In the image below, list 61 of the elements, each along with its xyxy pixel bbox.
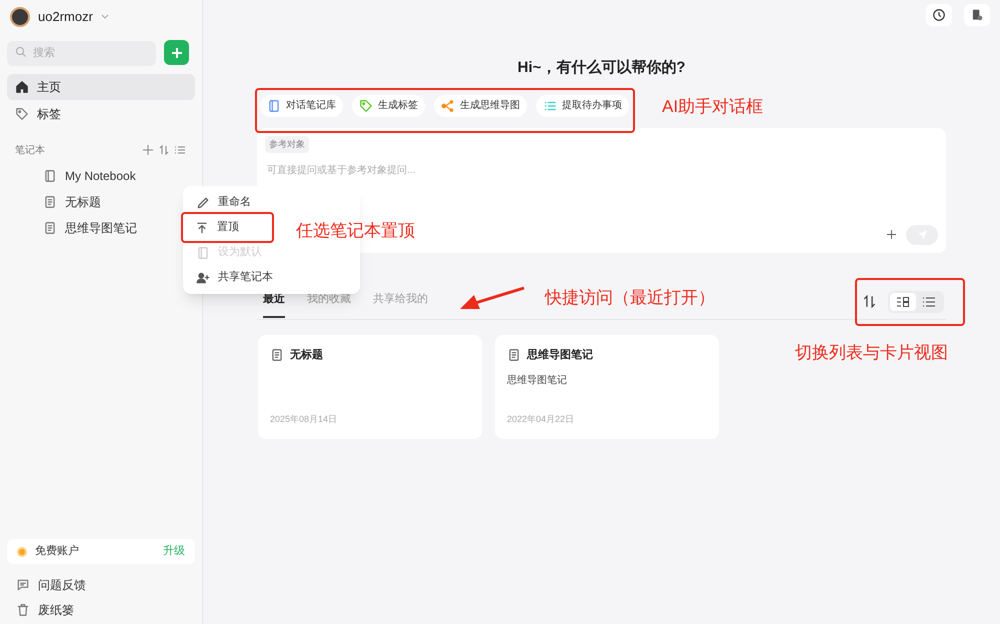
notebook-item[interactable]: My Notebook [7, 163, 195, 189]
username[interactable]: uo2rmozr [38, 7, 93, 27]
section-title: 笔记本 [15, 144, 45, 158]
add-button[interactable] [164, 40, 189, 65]
card-date: 2025年08月14日 [270, 413, 338, 426]
annotation-label: 任选笔记本置顶 [296, 220, 415, 242]
plus-icon[interactable] [143, 145, 153, 155]
note-card[interactable]: 无标题 2025年08月14日 [258, 334, 482, 438]
chat-placeholder: 可直接提问或基于参考对象提问... [266, 164, 416, 178]
tag-icon [359, 98, 373, 112]
clock-icon [932, 8, 946, 22]
suggestion-chip[interactable]: 提取待办事项 [536, 94, 629, 116]
list-icon[interactable] [175, 145, 185, 155]
card-title: 思维导图笔记 [527, 348, 593, 362]
greeting: Hi~，有什么可以帮你的? [516, 58, 686, 78]
sort-icon[interactable] [863, 295, 876, 308]
menu-item[interactable]: 置顶 [181, 212, 274, 243]
notebook-icon [267, 98, 281, 112]
menu-item[interactable]: 共享笔记本 [184, 265, 285, 290]
message-icon [16, 578, 30, 592]
document-icon [43, 221, 57, 235]
add-user-icon [196, 270, 210, 284]
document-icon [270, 348, 284, 362]
footer-item[interactable]: 问题反馈 [7, 572, 195, 597]
note-card[interactable]: 思维导图笔记 思维导图笔记 2022年04月22日 [495, 334, 719, 438]
plus-icon [170, 46, 182, 58]
card-date: 2022年04月22日 [507, 413, 576, 426]
document-icon [970, 8, 984, 22]
plus-icon[interactable] [887, 230, 896, 239]
search-icon [15, 46, 27, 58]
pin-top-icon [195, 220, 209, 234]
annotation-arrow [458, 285, 526, 312]
annotation-label: 快捷访问（最近打开） [545, 287, 715, 309]
card-title: 无标题 [290, 348, 323, 362]
card-excerpt: 思维导图笔记 [507, 374, 568, 388]
avatar[interactable] [10, 7, 30, 27]
trash-icon [16, 602, 30, 616]
pencil-icon [196, 196, 210, 210]
nav-item[interactable]: 主页 [7, 74, 195, 100]
mindmap-icon [441, 98, 455, 112]
annotation-label: AI助手对话框 [662, 96, 764, 118]
account-label: 免费账户 [35, 544, 79, 560]
home-icon [15, 80, 29, 94]
search-field[interactable]: 搜索 [7, 40, 156, 66]
suggestion-chip[interactable]: 对话笔记库 [260, 94, 343, 116]
chevron-down-icon [100, 14, 109, 20]
tag-icon [15, 107, 29, 121]
card-view-button[interactable] [890, 292, 916, 310]
history-button[interactable] [926, 4, 952, 26]
suggestion-chip[interactable]: 生成标签 [352, 94, 425, 116]
list-icon [923, 296, 935, 306]
nav-item[interactable]: 标签 [7, 101, 195, 127]
notebook-icon [196, 246, 210, 260]
document-icon [43, 195, 57, 209]
suggestion-chip[interactable]: 生成思维导图 [434, 94, 527, 116]
footer-item[interactable]: 废纸篓 [7, 597, 195, 622]
notebook-icon [43, 169, 57, 183]
card-grid-icon [897, 296, 909, 306]
annotation-label: 切换列表与卡片视图 [795, 342, 948, 364]
document-settings-button[interactable] [964, 4, 990, 26]
document-icon [507, 348, 521, 362]
